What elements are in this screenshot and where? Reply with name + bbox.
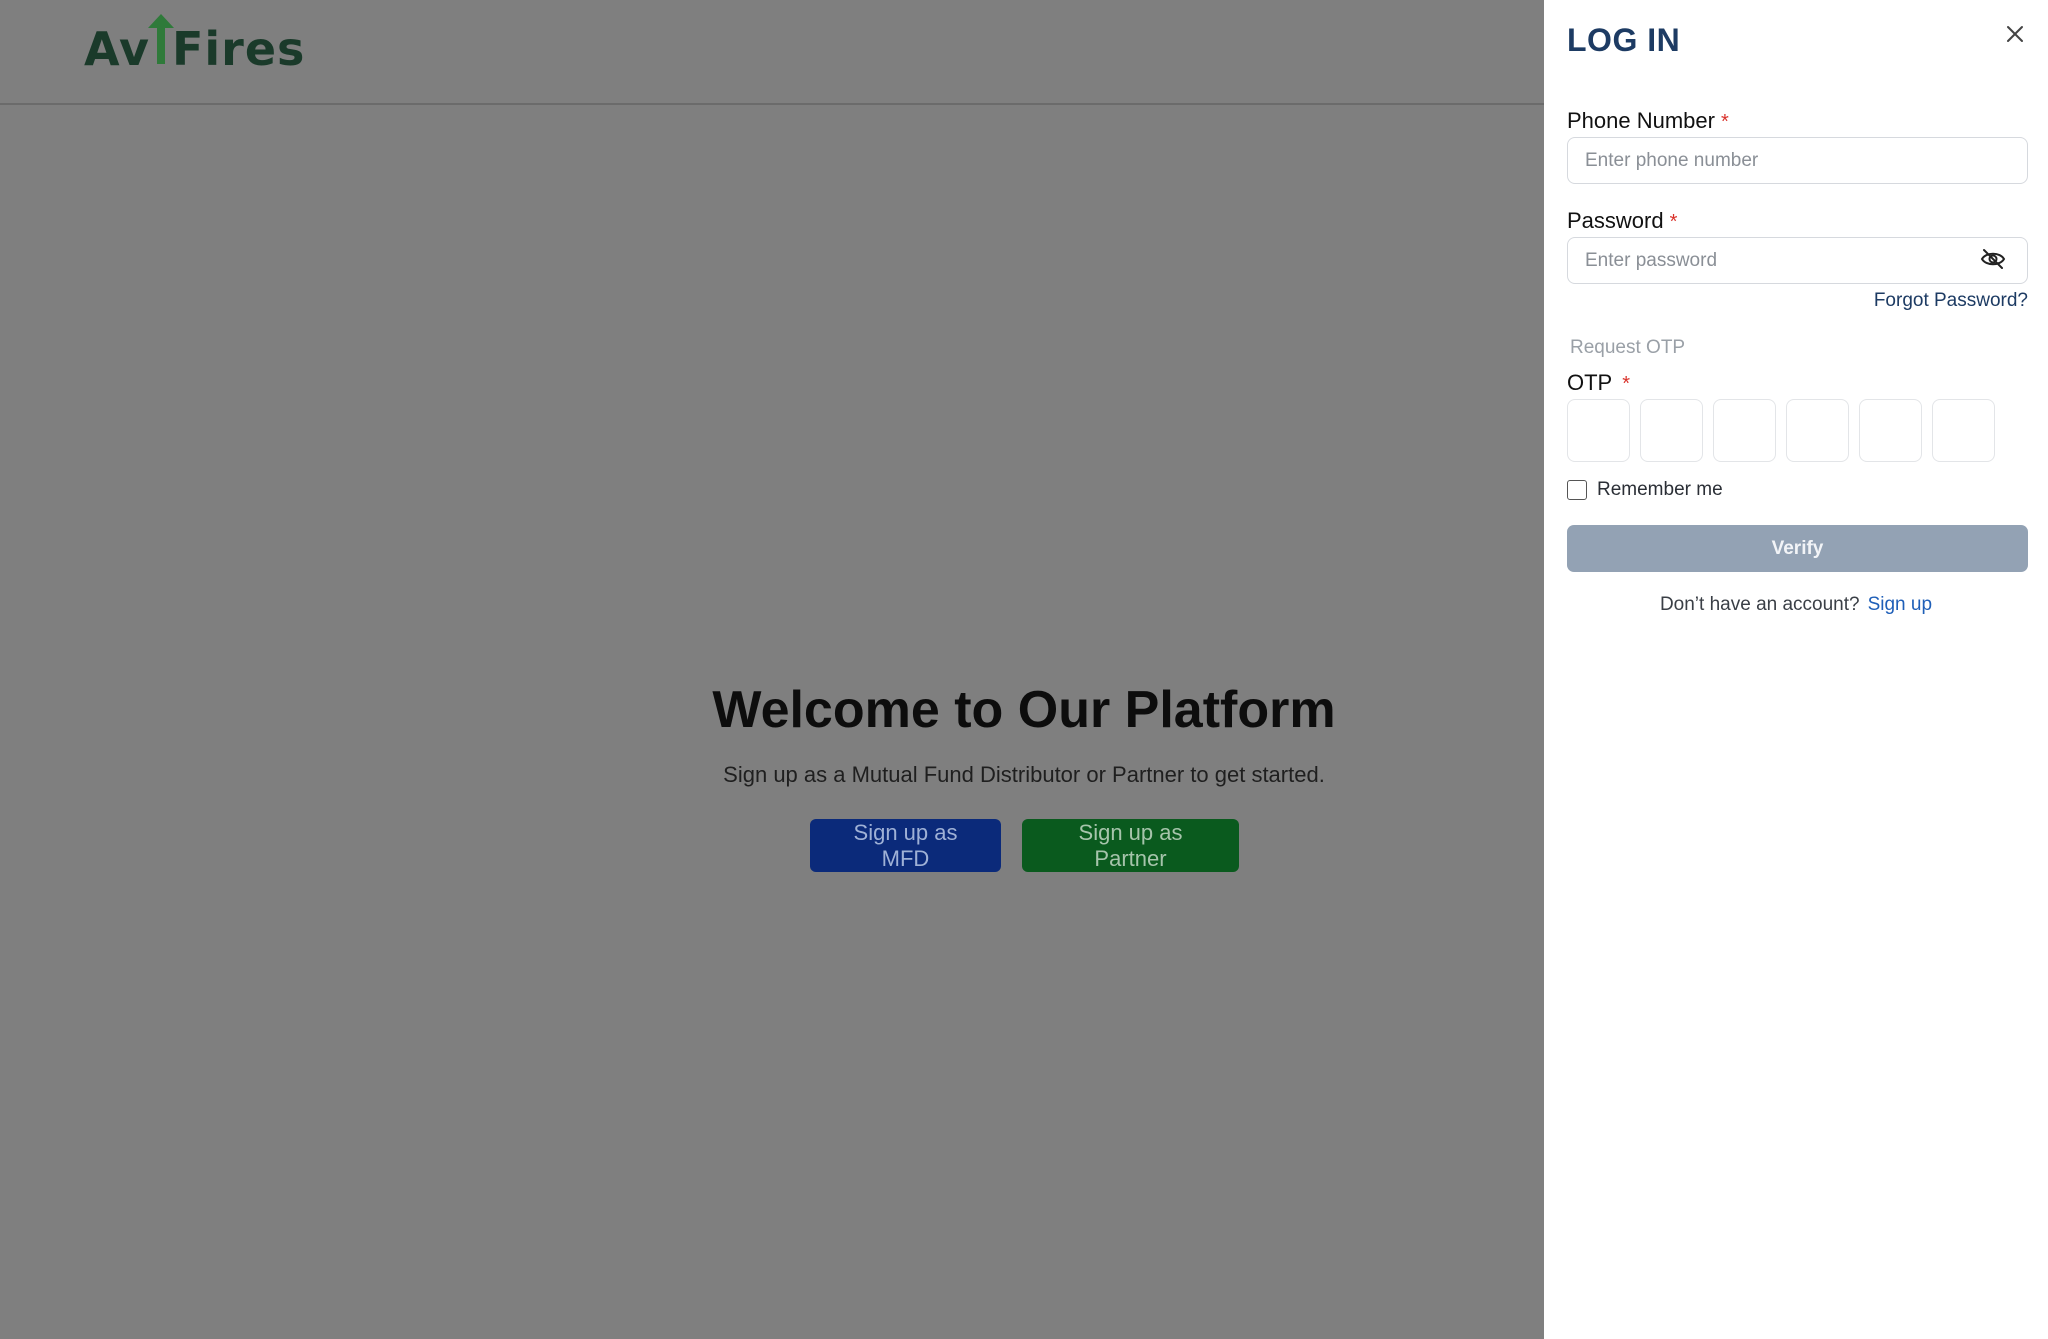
otp-digit-4[interactable]	[1786, 399, 1849, 462]
password-input[interactable]	[1567, 237, 2028, 284]
password-label-text: Password	[1567, 208, 1664, 233]
remember-me: Remember me	[1567, 479, 1723, 501]
phone-label-text: Phone Number	[1567, 108, 1715, 133]
eye-off-icon[interactable]	[1980, 248, 2006, 270]
signup-link[interactable]: Sign up	[1868, 594, 1932, 615]
required-marker: *	[1669, 211, 1678, 233]
required-marker: *	[1720, 111, 1729, 133]
otp-label: OTP *	[1567, 370, 1630, 396]
request-otp-button[interactable]: Request OTP	[1570, 337, 1685, 359]
arrow-up-icon	[147, 14, 174, 76]
password-label: Password *	[1567, 208, 1677, 234]
verify-button[interactable]: Verify	[1567, 525, 2028, 572]
logo-text-right: Fires	[171, 22, 306, 76]
signup-prompt: Don’t have an account? Sign up	[1544, 594, 2048, 616]
signup-partner-button[interactable]: Sign up as Partner	[1022, 819, 1239, 872]
brand-logo[interactable]: Av Fires	[84, 14, 305, 76]
hero-buttons: Sign up as MFD Sign up as Partner	[810, 819, 1239, 872]
otp-digit-2[interactable]	[1640, 399, 1703, 462]
phone-input[interactable]	[1567, 137, 2028, 184]
otp-inputs	[1567, 399, 1995, 462]
remember-me-label: Remember me	[1597, 479, 1723, 500]
otp-label-text: OTP	[1567, 370, 1613, 395]
close-icon[interactable]	[2001, 20, 2029, 48]
otp-digit-6[interactable]	[1932, 399, 1995, 462]
phone-label: Phone Number *	[1567, 108, 1729, 134]
otp-digit-5[interactable]	[1859, 399, 1922, 462]
remember-me-checkbox[interactable]	[1567, 480, 1587, 500]
logo-text-left: Av	[84, 22, 150, 76]
forgot-password-link[interactable]: Forgot Password?	[1874, 290, 2028, 312]
signup-mfd-button[interactable]: Sign up as MFD	[810, 819, 1001, 872]
login-title: LOG IN	[1567, 22, 1681, 58]
required-marker: *	[1622, 373, 1631, 395]
otp-digit-1[interactable]	[1567, 399, 1630, 462]
otp-digit-3[interactable]	[1713, 399, 1776, 462]
no-account-text: Don’t have an account?	[1659, 594, 1860, 615]
login-drawer: LOG IN Phone Number* Password* Forgot Pa…	[1544, 0, 2048, 1339]
